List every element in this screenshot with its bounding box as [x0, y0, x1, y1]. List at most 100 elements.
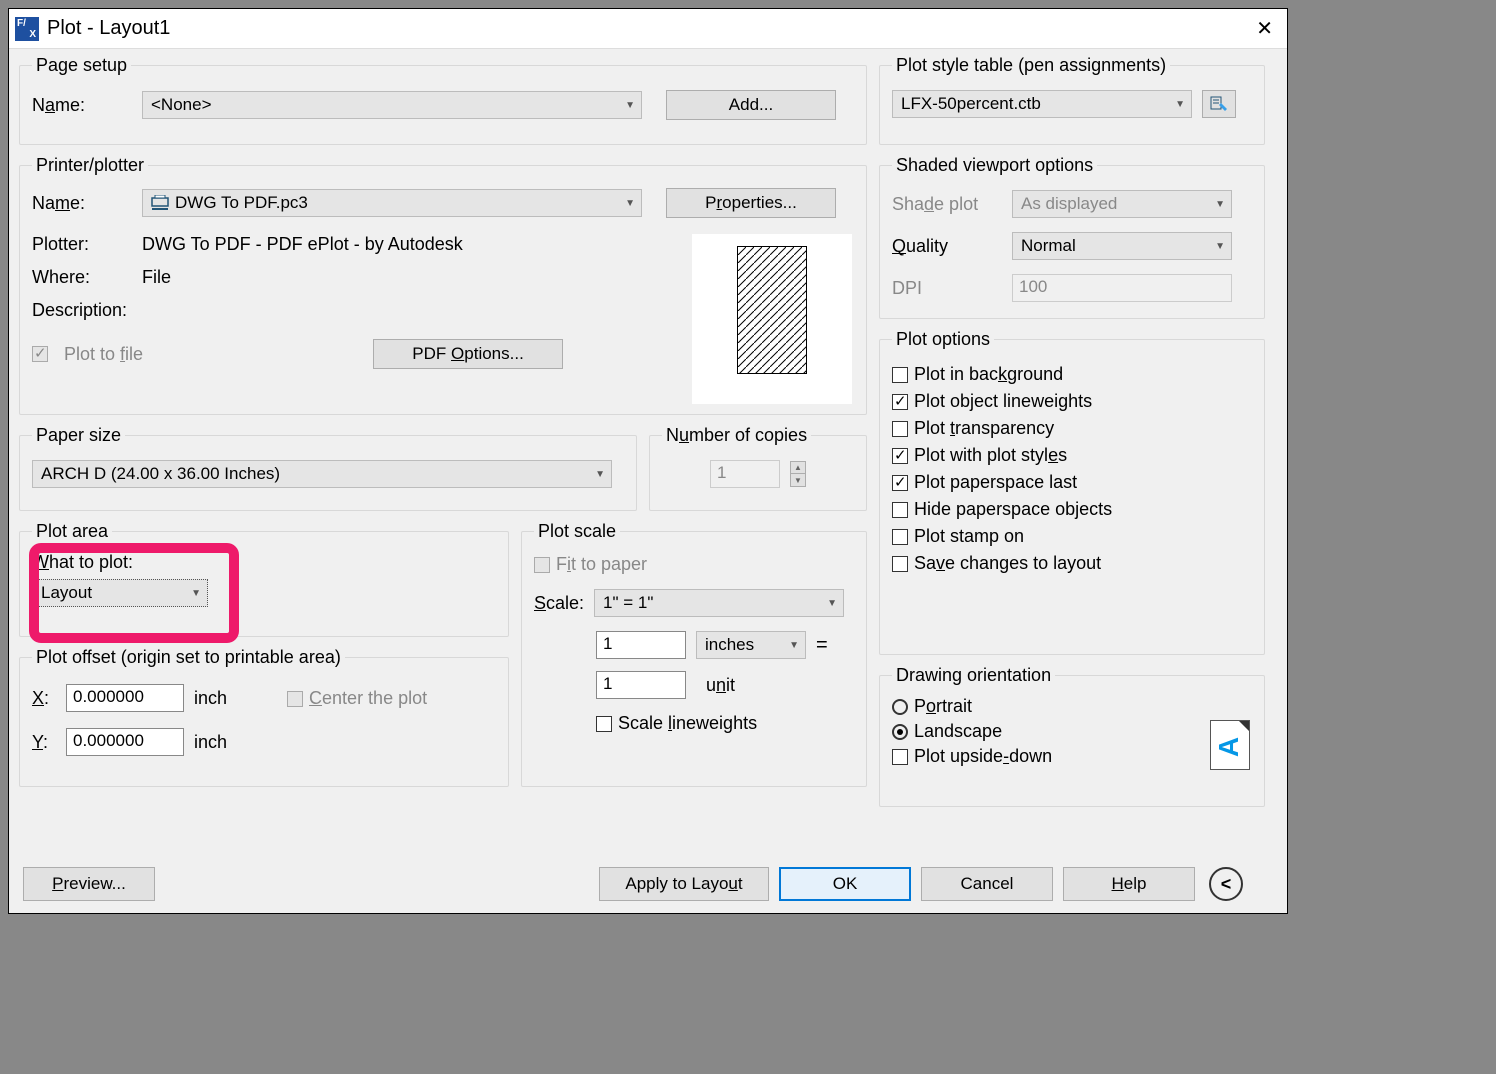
shade-plot-value: As displayed	[1021, 194, 1117, 214]
plot-transparency-checkbox[interactable]	[892, 421, 908, 437]
fit-to-paper-label: Fit to paper	[556, 554, 647, 575]
chevron-down-icon: ▼	[827, 598, 837, 609]
shaded-viewport-group: Shaded viewport options Shade plot As di…	[879, 155, 1265, 319]
plot-options-group: Plot options Plot in background Plot obj…	[879, 329, 1265, 655]
upside-down-label: Plot upside-down	[914, 746, 1052, 767]
x-unit: inch	[194, 688, 227, 709]
orientation-preview: A	[1210, 720, 1250, 770]
orientation-group: Drawing orientation Portrait Landscape P…	[879, 665, 1265, 807]
preview-button[interactable]: Preview...	[23, 867, 155, 901]
plot-offset-legend: Plot offset (origin set to printable are…	[32, 647, 345, 668]
ok-button[interactable]: OK	[779, 867, 911, 901]
where-value: File	[142, 267, 171, 288]
plot-scale-group: Plot scale Fit to paper Scale: 1" = 1"▼ …	[521, 521, 867, 787]
window-title: Plot - Layout1	[47, 17, 170, 40]
scale-value: 1" = 1"	[603, 593, 653, 613]
close-icon[interactable]: ✕	[1250, 14, 1279, 43]
page-setup-group: Page setup Name: <None>▼ Add...	[19, 55, 867, 145]
plot-background-checkbox[interactable]	[892, 367, 908, 383]
save-changes-checkbox[interactable]	[892, 556, 908, 572]
style-table-select[interactable]: LFX-50percent.ctb▼	[892, 90, 1192, 118]
plot-area-legend: Plot area	[32, 521, 112, 542]
plot-scale-legend: Plot scale	[534, 521, 620, 542]
plotter-label: Plotter:	[32, 234, 132, 255]
scale-value2-input[interactable]: 1	[596, 671, 686, 699]
printer-legend: Printer/plotter	[32, 155, 148, 176]
plotter-icon	[151, 195, 169, 211]
paper-preview	[692, 234, 852, 404]
hide-paperspace-label: Hide paperspace objects	[914, 499, 1112, 520]
plot-dialog: Plot - Layout1 ✕ Page setup Name: <None>…	[8, 8, 1288, 914]
plot-background-label: Plot in background	[914, 364, 1063, 385]
quality-select[interactable]: Normal▼	[1012, 232, 1232, 260]
y-unit: inch	[194, 732, 227, 753]
chevron-down-icon: ▼	[1215, 199, 1225, 210]
app-icon	[15, 17, 39, 41]
portrait-radio[interactable]	[892, 699, 908, 715]
y-label: Y:	[32, 732, 56, 753]
chevron-down-icon: ▼	[191, 588, 201, 599]
x-input[interactable]: 0.000000	[66, 684, 184, 712]
properties-button[interactable]: Properties...	[666, 188, 836, 218]
portrait-label: Portrait	[914, 696, 972, 717]
plot-paperspace-label: Plot paperspace last	[914, 472, 1077, 493]
shade-plot-select: As displayed ▼	[1012, 190, 1232, 218]
style-table-legend: Plot style table (pen assignments)	[892, 55, 1170, 76]
plot-stamp-checkbox[interactable]	[892, 529, 908, 545]
dpi-label: DPI	[892, 278, 1002, 299]
center-plot-label: Center the plot	[309, 688, 427, 708]
page-setup-name-select[interactable]: <None>▼	[142, 91, 642, 119]
printer-name-select[interactable]: DWG To PDF.pc3 ▼	[142, 189, 642, 217]
scale-value1-input[interactable]: 1	[596, 631, 686, 659]
plot-options-legend: Plot options	[892, 329, 994, 350]
fit-to-paper-checkbox	[534, 557, 550, 573]
paper-size-group: Paper size ARCH D (24.00 x 36.00 Inches)…	[19, 425, 637, 511]
shaded-legend: Shaded viewport options	[892, 155, 1097, 176]
copies-group: Number of copies 1 ▲▼	[649, 425, 867, 511]
scale-label: Scale:	[534, 593, 584, 614]
scale-select[interactable]: 1" = 1" ▼	[594, 589, 844, 617]
edit-icon	[1209, 95, 1229, 113]
add-button[interactable]: Add...	[666, 90, 836, 120]
scale-units-select[interactable]: inches▼	[696, 631, 806, 659]
what-to-plot-label: What to plot:	[32, 552, 496, 573]
chevron-down-icon: ▼	[789, 640, 799, 651]
plot-area-group: Plot area What to plot: Layout ▼	[19, 521, 509, 637]
unit-label: unit	[706, 675, 735, 696]
plot-paperspace-checkbox[interactable]	[892, 475, 908, 491]
what-to-plot-select[interactable]: Layout ▼	[32, 579, 208, 607]
plot-lineweights-checkbox[interactable]	[892, 394, 908, 410]
what-to-plot-value: Layout	[41, 583, 92, 603]
spin-down-icon: ▼	[791, 474, 805, 486]
where-label: Where:	[32, 267, 132, 288]
plot-to-file-checkbox	[32, 346, 48, 362]
edit-style-button[interactable]	[1202, 90, 1236, 118]
collapse-button[interactable]: <	[1209, 867, 1243, 901]
description-label: Description:	[32, 300, 132, 321]
page-setup-name-label: Name:	[32, 95, 132, 116]
plot-lineweights-label: Plot object lineweights	[914, 391, 1092, 412]
y-input[interactable]: 0.000000	[66, 728, 184, 756]
help-button[interactable]: Help	[1063, 867, 1195, 901]
cancel-button[interactable]: Cancel	[921, 867, 1053, 901]
paper-size-select[interactable]: ARCH D (24.00 x 36.00 Inches)▼	[32, 460, 612, 488]
copies-spinner: ▲▼	[790, 461, 806, 487]
plot-to-file-label: Plot to file	[64, 344, 143, 365]
x-label: X:	[32, 688, 56, 709]
page-setup-name-value: <None>	[151, 95, 212, 115]
center-plot-checkbox	[287, 691, 303, 707]
landscape-radio[interactable]	[892, 724, 908, 740]
paper-size-value: ARCH D (24.00 x 36.00 Inches)	[41, 464, 280, 484]
copies-legend: Number of copies	[662, 425, 811, 446]
upside-down-checkbox[interactable]	[892, 749, 908, 765]
spin-up-icon: ▲	[791, 462, 805, 474]
pdf-options-button[interactable]: PDF Options...	[373, 339, 563, 369]
plot-transparency-label: Plot transparency	[914, 418, 1054, 439]
landscape-label: Landscape	[914, 721, 1002, 742]
apply-to-layout-button[interactable]: Apply to Layout	[599, 867, 769, 901]
hide-paperspace-checkbox[interactable]	[892, 502, 908, 518]
equals-icon: =	[816, 634, 828, 657]
plot-styles-checkbox[interactable]	[892, 448, 908, 464]
scale-lineweights-checkbox[interactable]	[596, 716, 612, 732]
chevron-down-icon: ▼	[625, 198, 635, 209]
